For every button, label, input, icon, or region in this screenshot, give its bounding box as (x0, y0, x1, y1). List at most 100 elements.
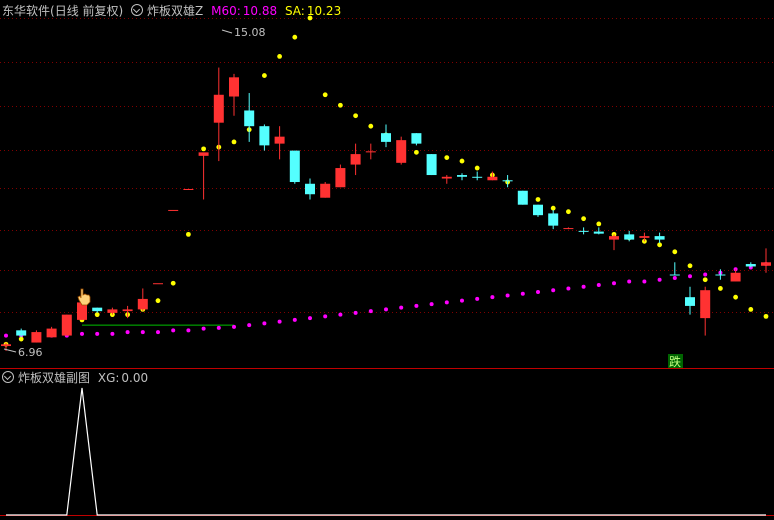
sa-dot (186, 231, 191, 237)
candle-body (472, 176, 483, 178)
candle-body (715, 274, 726, 276)
main-panel-header: 东华软件(日线 前复权) 炸板双雄Z M60: 10.88 SA: 10.23 (2, 4, 345, 18)
m60-value: 10.88 (242, 4, 278, 18)
sa-dot (672, 249, 678, 255)
m60-dot (262, 321, 267, 326)
sa-dot (353, 113, 358, 119)
low-price-label: 6.96 (18, 346, 43, 359)
candle-body (700, 290, 711, 319)
candle-body (244, 110, 255, 127)
m60-dot (566, 286, 571, 291)
period-label: (日线 前复权) (50, 4, 124, 18)
m60-dot (490, 295, 495, 300)
sa-dot (94, 312, 100, 318)
m60-dot (444, 300, 449, 305)
candle-body (305, 183, 315, 195)
candle-body (16, 330, 27, 336)
candle-body (396, 140, 407, 163)
candle-body (61, 314, 72, 336)
subpanel-title: 炸板双雄副图 (18, 371, 91, 385)
candle-body (46, 328, 57, 338)
candle-body (31, 332, 42, 343)
m60-dot (627, 279, 632, 284)
m60-dot (95, 331, 100, 336)
sa-dot (262, 73, 267, 78)
candle-body (517, 190, 528, 205)
subpanel-dropdown-icon[interactable] (2, 371, 14, 383)
m60-dot (156, 330, 160, 335)
xg-label: XG: (97, 371, 120, 385)
sa-dot (718, 286, 723, 291)
xg-value: 0.00 (121, 371, 149, 385)
sub-indicator-layer (6, 387, 766, 516)
candle-body (1, 344, 11, 347)
m60-dot (688, 274, 692, 279)
sa-dot (748, 306, 754, 312)
sa-dot (535, 197, 541, 202)
candle-body (259, 126, 270, 146)
m60-dot (475, 296, 480, 301)
candle-body (213, 94, 224, 123)
m60-dot (703, 272, 708, 277)
candle-body (229, 77, 239, 97)
sa-dot (733, 294, 738, 300)
m60-dot (186, 328, 191, 333)
sell-signal-text: 跌 (669, 354, 681, 369)
m60-dot (201, 326, 206, 331)
sa-dot (231, 139, 237, 145)
candle-body (381, 133, 391, 142)
m60-dot (536, 289, 540, 294)
sa-dot (596, 221, 602, 227)
candle-body (533, 204, 543, 216)
candle-body (548, 213, 559, 226)
candle-body (122, 309, 133, 312)
grid-lines (0, 18, 774, 516)
candle-body (289, 150, 300, 183)
m60-dot (642, 279, 647, 284)
sa-dot (338, 102, 343, 108)
candle-body (761, 262, 771, 266)
annotations-layer: 15.08 6.96 跌 (3, 26, 683, 369)
m60-dot (140, 330, 145, 335)
stock-name: 东华软件 (2, 4, 51, 18)
candle-body (335, 168, 346, 188)
sub-panel-header: 炸板双雄副图 XG: 0.00 (2, 371, 152, 385)
candle-body (274, 136, 285, 144)
m60-dot (399, 305, 404, 310)
sa-dot (566, 209, 571, 215)
m60-dot (520, 291, 525, 296)
candle-body (183, 189, 194, 190)
candle-body (457, 175, 467, 177)
indicator-dropdown-icon[interactable] (131, 4, 144, 16)
m60-dot (460, 298, 464, 303)
m60-dot (596, 282, 601, 287)
candle-body (365, 151, 376, 153)
sa-readout: SA: 10.23 (285, 4, 341, 18)
m60-dot (414, 303, 419, 308)
m60-dot (429, 302, 434, 307)
candle-body (502, 180, 513, 182)
sa-dot (18, 336, 24, 342)
sa-dot (170, 280, 176, 286)
m60-dot (216, 325, 221, 330)
sa-dot (687, 263, 693, 269)
candle-body (107, 309, 118, 313)
candle-body (685, 297, 695, 306)
candle-body (745, 264, 756, 267)
sa-dot (444, 155, 450, 160)
m60-dots-layer (4, 262, 768, 338)
candle-body (320, 183, 331, 198)
m60-dot (338, 312, 343, 317)
sa-dots-layer (3, 15, 769, 347)
sa-dot (459, 158, 465, 164)
candle-body (441, 176, 452, 179)
m60-dot (277, 319, 282, 324)
candle-body (153, 283, 163, 285)
candle-body (137, 298, 148, 310)
high-price-label: 15.08 (234, 26, 266, 39)
kline-chart[interactable]: 15.08 6.96 跌 (0, 0, 774, 520)
candle-body (624, 234, 635, 240)
candle-body (198, 152, 209, 156)
m60-dot (308, 316, 312, 321)
sa-dot (581, 216, 586, 222)
